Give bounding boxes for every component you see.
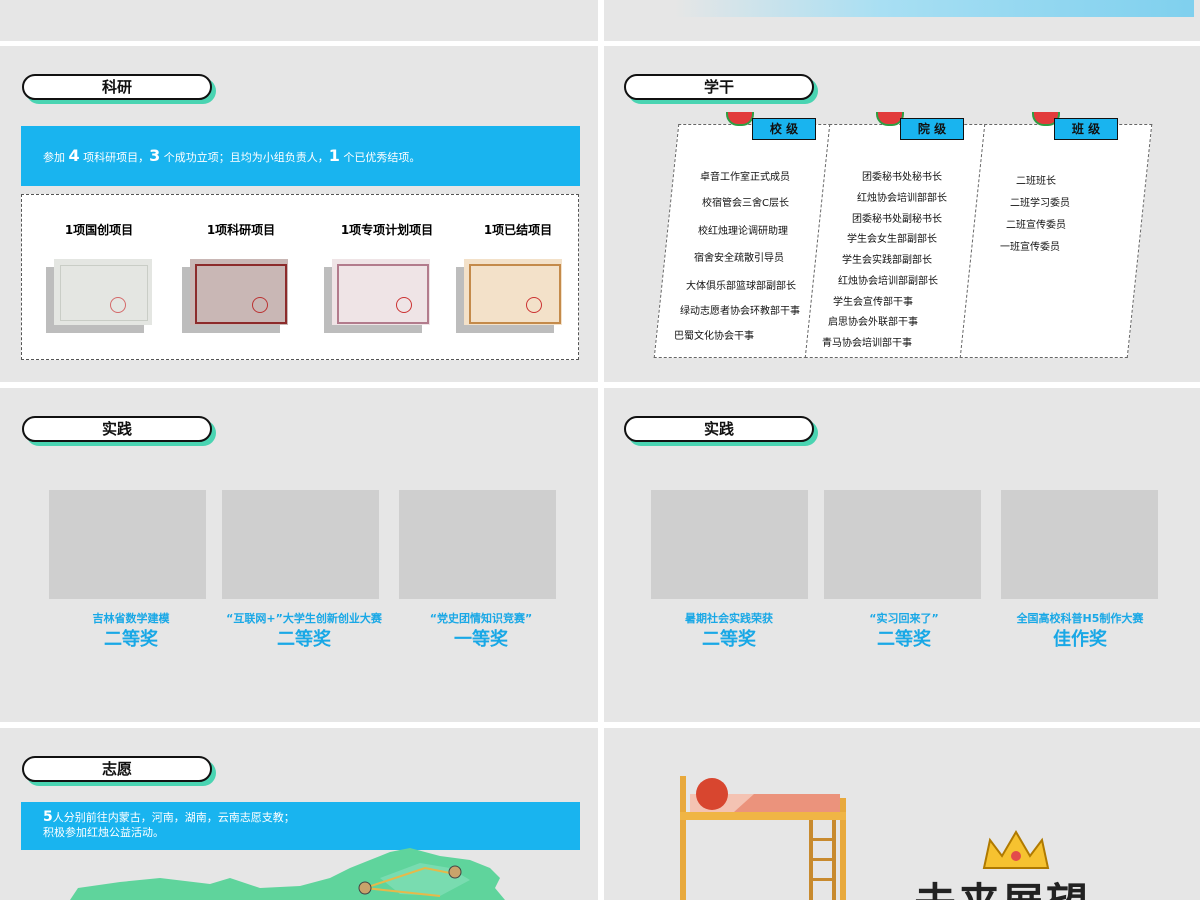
cadre-item: 校宿管会三舍C层长 bbox=[702, 198, 789, 209]
cadre-item: 红烛协会培训部副部长 bbox=[838, 276, 938, 287]
award-rank: 二等奖 bbox=[877, 629, 931, 650]
cadre-item: 红烛协会培训部部长 bbox=[857, 193, 947, 204]
cadre-group-label: 院 级 bbox=[900, 118, 964, 140]
practice-left-title-pill: 实践 bbox=[22, 416, 216, 446]
practice-left-panel: 实践 吉林省数学建模 二等奖 “互联网+”大学生创新创业大赛 二等奖 “党史团情… bbox=[0, 388, 598, 722]
cadre-item: 学生会实践部副部长 bbox=[842, 255, 932, 266]
top-right-panel bbox=[604, 0, 1200, 41]
award-rank: 二等奖 bbox=[702, 629, 756, 650]
science-title-pill: 科研 bbox=[22, 74, 216, 104]
cert-label: 1项已结项目 bbox=[483, 223, 553, 237]
cadre-item: 绿动志愿者协会环教部干事 bbox=[680, 306, 800, 317]
cadre-item: 二班学习委员 bbox=[1010, 198, 1070, 209]
cert-label: 1项国创项目 bbox=[64, 223, 134, 237]
cadre-item: 学生会宣传部干事 bbox=[833, 297, 913, 308]
award-rank: 二等奖 bbox=[277, 629, 331, 650]
award-rank: 佳作奖 bbox=[1053, 629, 1107, 650]
cadre-item: 宿舍安全疏散引导员 bbox=[694, 253, 784, 264]
cadre-item: 团委秘书处副秘书长 bbox=[852, 214, 942, 225]
top-right-gradient-bar bbox=[674, 0, 1194, 17]
cadre-title: 学干 bbox=[624, 74, 814, 100]
location-pin-icon bbox=[448, 865, 462, 879]
future-title: 未来展望 bbox=[914, 870, 1090, 900]
photo-placeholder bbox=[824, 490, 981, 599]
practice-right-panel: 实践 暑期社会实践荣获 二等奖 “实习回来了” 二等奖 全国高校科普H5制作大赛… bbox=[604, 388, 1200, 722]
top-left-panel bbox=[0, 0, 598, 41]
certificate-image bbox=[332, 259, 430, 325]
photo-placeholder bbox=[49, 490, 206, 599]
cadre-item: 二班班长 bbox=[1016, 176, 1056, 187]
practice-left-title: 实践 bbox=[22, 416, 212, 442]
cadre-item: 一班宣传委员 bbox=[1000, 242, 1060, 253]
photo-placeholder bbox=[222, 490, 379, 599]
cadre-item: 青马协会培训部干事 bbox=[822, 338, 912, 349]
china-map-graphic bbox=[70, 848, 505, 900]
science-panel: 科研 参加 4 项科研项目，3 个成功立项；且均为小组负责人，1 个已优秀结项。… bbox=[0, 46, 598, 382]
cadre-item: 二班宣传委员 bbox=[1006, 220, 1066, 231]
cadre-group-label: 校 级 bbox=[752, 118, 816, 140]
award-name: “党史团情知识竞赛” bbox=[429, 612, 533, 625]
cert-label: 1项科研项目 bbox=[206, 223, 276, 237]
cadre-panel: 学干 校 级 卓音工作室正式成员 校宿管会三舍C层长 校红烛理论调研助理 宿舍安… bbox=[604, 46, 1200, 382]
cadre-item: 校红烛理论调研助理 bbox=[698, 226, 788, 237]
science-banner: 参加 4 项科研项目，3 个成功立项；且均为小组负责人，1 个已优秀结项。 bbox=[21, 126, 580, 186]
cadre-item: 大体俱乐部篮球部副部长 bbox=[686, 281, 796, 292]
certificate-image bbox=[54, 259, 152, 325]
bunk-bed-illustration bbox=[680, 776, 1050, 900]
certificates-box: 1项国创项目 1项科研项目 1项专项计划项目 1项已结项目 bbox=[21, 194, 579, 360]
cadre-item: 团委秘书处秘书长 bbox=[862, 172, 942, 183]
cadre-item: 学生会女生部副部长 bbox=[847, 234, 937, 245]
cert-label: 1项专项计划项目 bbox=[340, 223, 434, 237]
award-rank: 二等奖 bbox=[104, 629, 158, 650]
science-title: 科研 bbox=[22, 74, 212, 100]
award-name: “实习回来了” bbox=[869, 612, 939, 625]
award-name: 暑期社会实践荣获 bbox=[685, 612, 773, 625]
future-panel: 未来展望 bbox=[604, 728, 1200, 900]
photo-placeholder bbox=[651, 490, 808, 599]
photo-placeholder bbox=[399, 490, 556, 599]
certificate-image bbox=[464, 259, 562, 325]
award-rank: 一等奖 bbox=[454, 629, 508, 650]
practice-right-title: 实践 bbox=[624, 416, 814, 442]
award-name: 吉林省数学建模 bbox=[92, 612, 170, 625]
cadre-item: 巴蜀文化协会干事 bbox=[674, 331, 754, 342]
certificate-image bbox=[190, 259, 288, 325]
practice-right-title-pill: 实践 bbox=[624, 416, 818, 446]
crown-icon bbox=[982, 830, 1050, 869]
award-name: 全国高校科普H5制作大赛 bbox=[1016, 612, 1144, 625]
award-name: “互联网+”大学生创新创业大赛 bbox=[226, 612, 382, 625]
cadre-group-label: 班 级 bbox=[1054, 118, 1118, 140]
photo-placeholder bbox=[1001, 490, 1158, 599]
cadre-item: 启思协会外联部干事 bbox=[828, 317, 918, 328]
location-pin-icon bbox=[358, 881, 372, 895]
cadre-title-pill: 学干 bbox=[624, 74, 818, 104]
volunteer-panel: 志愿 5人分别前往内蒙古，河南，湖南，云南志愿支教； 积极参加红烛公益活动。 bbox=[0, 728, 598, 900]
cadre-item: 卓音工作室正式成员 bbox=[700, 172, 790, 183]
